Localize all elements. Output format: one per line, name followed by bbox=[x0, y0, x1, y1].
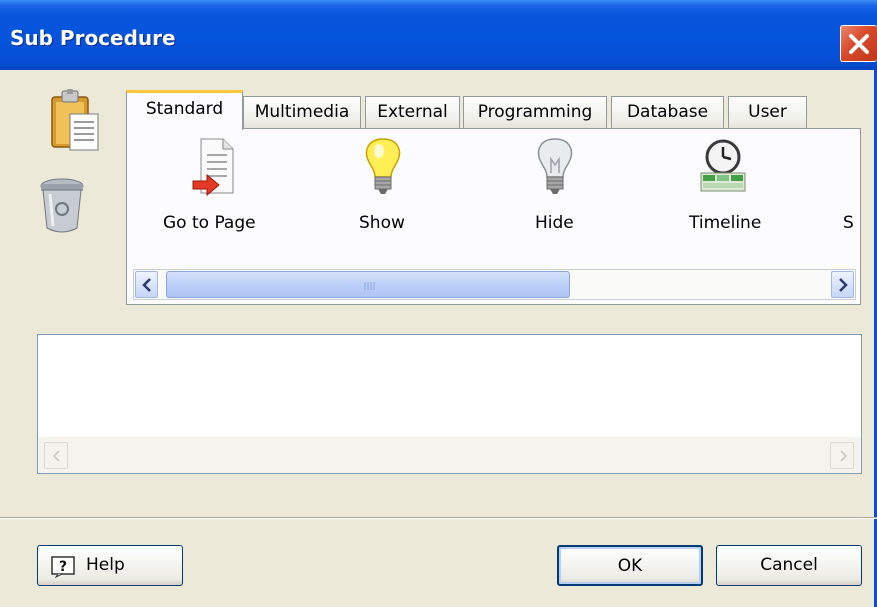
ok-label: OK bbox=[617, 556, 643, 576]
separator bbox=[0, 517, 877, 519]
cancel-label: Cancel bbox=[760, 555, 818, 575]
tool-label: Go to Page bbox=[163, 213, 256, 233]
tab-standard[interactable]: Standard bbox=[126, 90, 243, 130]
tab-label: External bbox=[377, 102, 448, 122]
tab-label: Programming bbox=[477, 102, 593, 122]
list-scroll-left-button[interactable] bbox=[44, 442, 68, 469]
tab-label: Multimedia bbox=[254, 102, 350, 122]
timeline-icon bbox=[697, 135, 746, 197]
tool-show[interactable]: Show bbox=[335, 129, 425, 239]
tab-label: Standard bbox=[145, 99, 224, 119]
svg-text:?: ? bbox=[59, 559, 67, 575]
scroll-right-button[interactable] bbox=[831, 271, 854, 298]
tools-horizontal-scrollbar[interactable] bbox=[133, 269, 856, 300]
lightbulb-off-icon bbox=[531, 135, 579, 197]
title-bar[interactable]: Sub Procedure bbox=[0, 0, 877, 70]
cancel-button[interactable]: Cancel bbox=[716, 545, 862, 586]
tool-label: S bbox=[843, 213, 854, 233]
help-button[interactable]: ? Help bbox=[37, 545, 183, 586]
ok-button[interactable]: OK bbox=[557, 545, 703, 586]
tab-programming[interactable]: Programming bbox=[463, 96, 607, 129]
grip-icon bbox=[364, 282, 375, 290]
recycle-bin-icon[interactable] bbox=[38, 176, 86, 236]
help-icon: ? bbox=[51, 554, 77, 579]
scroll-left-button[interactable] bbox=[135, 271, 158, 298]
go-to-page-icon bbox=[191, 135, 239, 197]
tab-database[interactable]: Database bbox=[611, 96, 724, 129]
close-button[interactable] bbox=[840, 25, 877, 62]
tool-label: Timeline bbox=[689, 213, 762, 233]
list-scroll-right-button[interactable] bbox=[830, 442, 854, 469]
tool-go-to-page[interactable]: Go to Page bbox=[157, 129, 277, 239]
tools-panel: Go to Page Show Hide Timeline S bbox=[126, 128, 861, 305]
tab-external[interactable]: External bbox=[365, 96, 460, 129]
tab-label: Database bbox=[626, 102, 709, 122]
paste-icon[interactable] bbox=[50, 88, 102, 154]
lightbulb-on-icon bbox=[359, 135, 407, 197]
tab-multimedia[interactable]: Multimedia bbox=[243, 96, 361, 129]
list-horizontal-scrollbar[interactable] bbox=[38, 437, 861, 473]
tool-label: Show bbox=[359, 213, 405, 233]
scroll-thumb[interactable] bbox=[166, 271, 570, 298]
tool-label: Hide bbox=[535, 213, 574, 233]
help-label: Help bbox=[86, 555, 125, 575]
window-title: Sub Procedure bbox=[10, 26, 176, 50]
procedure-list[interactable] bbox=[37, 334, 862, 474]
tool-hide[interactable]: Hide bbox=[511, 129, 601, 239]
tab-user[interactable]: User bbox=[728, 96, 807, 129]
tool-partial[interactable]: S bbox=[841, 129, 861, 239]
tool-timeline[interactable]: Timeline bbox=[683, 129, 783, 239]
tab-label: User bbox=[748, 102, 787, 122]
